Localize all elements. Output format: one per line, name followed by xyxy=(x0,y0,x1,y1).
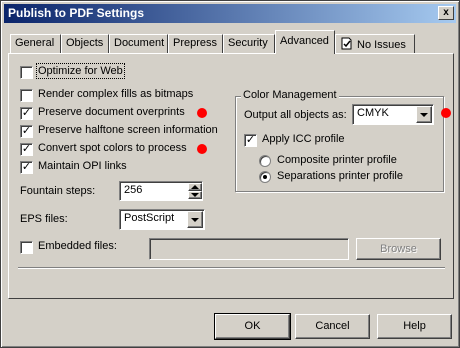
tab-label: Security xyxy=(228,37,268,49)
composite-profile-label: Composite printer profile xyxy=(277,154,397,166)
apply-icc-checkbox[interactable]: ✓ xyxy=(244,134,257,147)
radio-dot xyxy=(263,175,267,179)
maintain-opi-checkbox[interactable]: ✓ xyxy=(20,161,33,174)
separations-profile-radio[interactable] xyxy=(259,171,271,183)
tab-document[interactable]: Document xyxy=(109,34,168,53)
color-management-title: Color Management xyxy=(241,89,339,101)
convert-spot-checkbox[interactable]: ✓ xyxy=(20,143,33,156)
ok-button[interactable]: OK xyxy=(214,313,291,340)
optimize-web-label: Optimize for Web xyxy=(36,63,125,79)
optimize-web-checkbox[interactable] xyxy=(20,66,33,79)
tab-label: No Issues xyxy=(357,39,406,51)
browse-button[interactable]: Browse xyxy=(356,238,441,260)
title-bar: Publish to PDF Settings x xyxy=(4,4,456,23)
tab-label: Document xyxy=(114,37,165,49)
spin-down-button[interactable] xyxy=(188,191,202,199)
tab-objects[interactable]: Objects xyxy=(61,34,109,53)
chevron-down-icon xyxy=(420,113,428,117)
tab-label: Advanced xyxy=(280,35,329,47)
tab-label: General xyxy=(15,37,55,49)
preserve-overprints-checkbox[interactable]: ✓ xyxy=(20,107,33,120)
preserve-halftone-label: Preserve halftone screen information xyxy=(38,124,218,136)
embedded-files-label: Embedded files: xyxy=(38,240,117,252)
render-complex-checkbox[interactable] xyxy=(20,89,33,102)
chevron-down-icon xyxy=(191,218,199,222)
eps-dropdown-button[interactable] xyxy=(187,211,203,228)
close-button[interactable]: x xyxy=(438,6,454,20)
tab-no-issues[interactable]: No Issues xyxy=(335,34,415,53)
tab-prepress[interactable]: Prepress xyxy=(168,34,223,53)
separations-profile-label: Separations printer profile xyxy=(277,170,403,182)
preserve-overprints-label: Preserve document overprints xyxy=(38,106,185,118)
chevron-down-icon xyxy=(191,193,199,197)
help-button[interactable]: Help xyxy=(377,314,452,339)
fountain-steps-label: Fountain steps: xyxy=(20,185,96,197)
maintain-opi-label: Maintain OPI links xyxy=(38,160,127,172)
close-icon: x xyxy=(443,7,449,18)
eps-files-label: EPS files: xyxy=(20,213,68,225)
output-objects-label: Output all objects as: xyxy=(244,109,347,121)
red-marker xyxy=(441,108,451,118)
window-title: Publish to PDF Settings xyxy=(8,6,145,20)
spin-up-button[interactable] xyxy=(188,183,202,191)
tab-label: Prepress xyxy=(173,37,218,49)
tab-advanced[interactable]: Advanced xyxy=(275,30,335,54)
tab-label: Objects xyxy=(66,37,104,49)
document-check-icon xyxy=(340,37,353,53)
convert-spot-label: Convert spot colors to process xyxy=(38,142,187,154)
embedded-files-checkbox[interactable] xyxy=(20,241,33,254)
red-marker xyxy=(197,144,207,154)
red-marker xyxy=(197,108,207,118)
output-dropdown-button[interactable] xyxy=(416,106,432,123)
preserve-halftone-checkbox[interactable]: ✓ xyxy=(20,125,33,138)
render-complex-label: Render complex fills as bitmaps xyxy=(38,88,194,100)
tab-security[interactable]: Security xyxy=(223,34,275,53)
chevron-up-icon xyxy=(191,185,199,189)
dialog-window: Publish to PDF Settings x General Object… xyxy=(0,0,460,348)
tab-general[interactable]: General xyxy=(10,34,61,53)
divider xyxy=(18,267,445,269)
composite-profile-radio[interactable] xyxy=(259,155,271,167)
embedded-files-input[interactable] xyxy=(149,238,349,260)
advanced-panel: Optimize for Web Render complex fills as… xyxy=(8,53,454,299)
apply-icc-label: Apply ICC profile xyxy=(262,133,345,145)
cancel-button[interactable]: Cancel xyxy=(295,314,370,339)
